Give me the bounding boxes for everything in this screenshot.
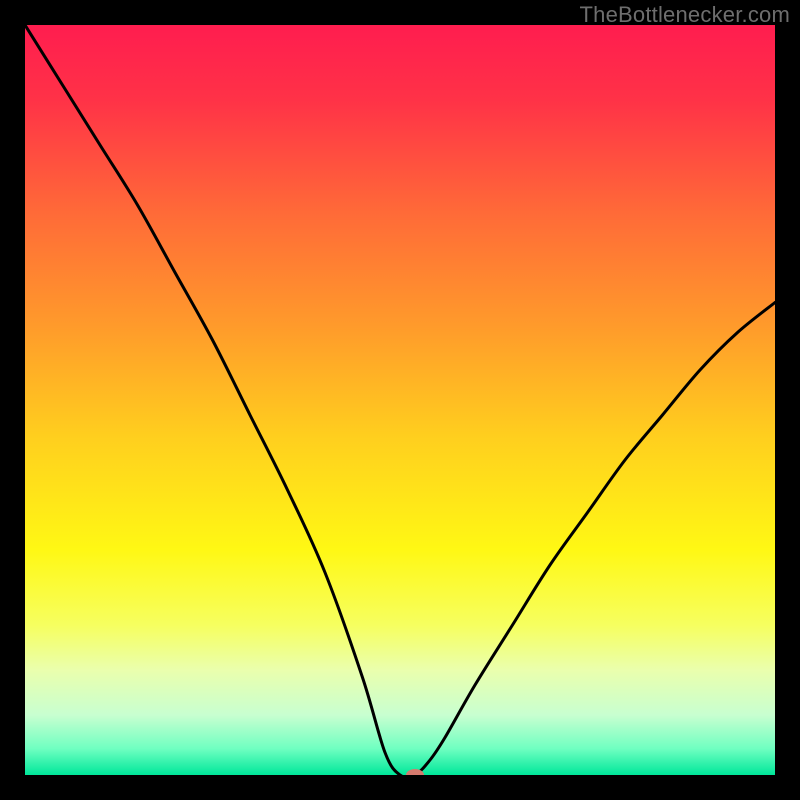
chart-background-gradient <box>25 25 775 775</box>
chart-container <box>25 25 775 775</box>
bottleneck-chart <box>25 25 775 775</box>
watermark-text: TheBottlenecker.com <box>580 2 790 28</box>
